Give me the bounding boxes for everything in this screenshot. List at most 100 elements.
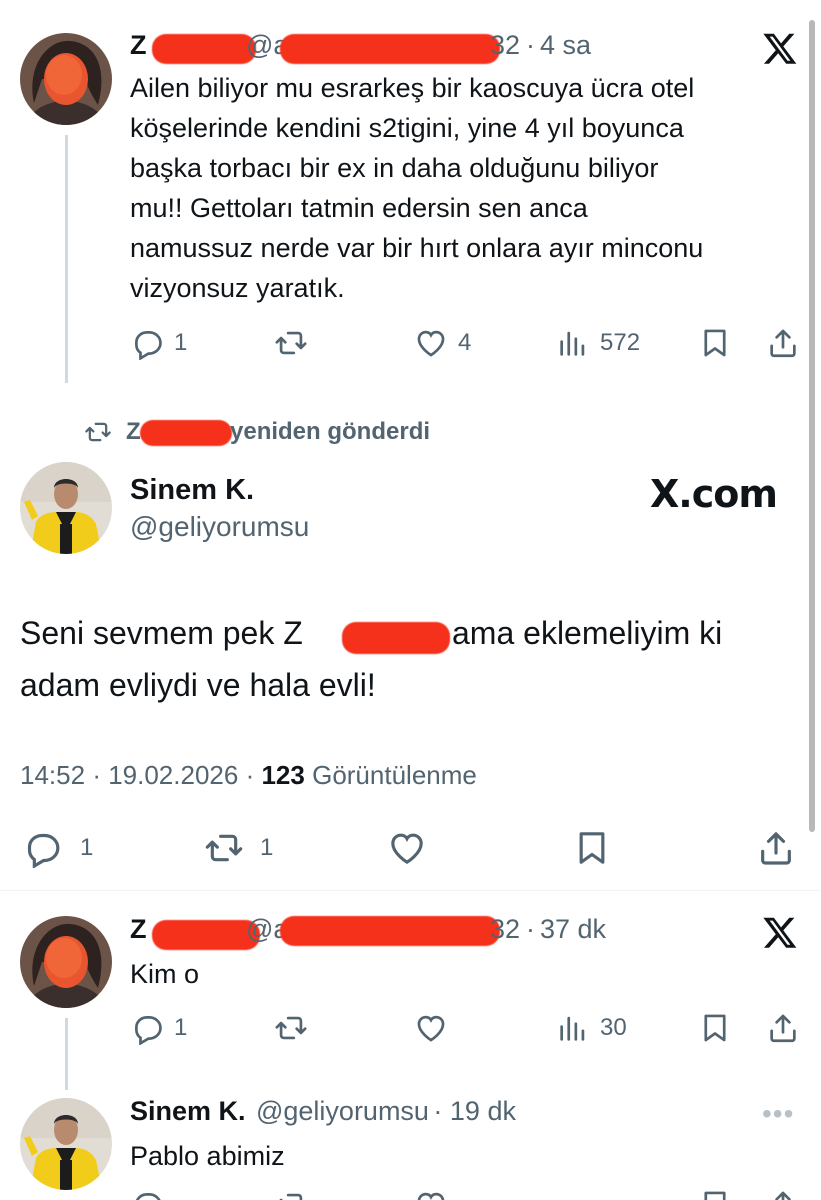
bookmark-icon xyxy=(698,326,732,360)
reply-icon xyxy=(22,828,62,868)
avatar[interactable] xyxy=(20,1098,112,1190)
action-row-partial xyxy=(130,1188,800,1200)
reply-button[interactable]: 1 xyxy=(130,326,187,360)
thread-line xyxy=(65,135,68,383)
tweet-date[interactable]: 19.02.2026 xyxy=(108,760,238,790)
reply-icon xyxy=(130,326,164,360)
views-count: 30 xyxy=(600,1014,627,1041)
like-button[interactable] xyxy=(386,828,428,868)
avatar[interactable] xyxy=(20,462,112,554)
redaction-mark xyxy=(152,34,256,64)
text-line: namussuz nerde var bir hırt onlara ayır … xyxy=(130,233,704,263)
thread-line xyxy=(65,1018,68,1090)
like-button[interactable] xyxy=(414,1011,448,1045)
views-button[interactable]: 30 xyxy=(556,1011,627,1045)
text-line: mu!! Gettoları tatmin edersin sen anca xyxy=(130,193,588,223)
avatar[interactable] xyxy=(20,916,112,1008)
separator-dot: · xyxy=(526,914,535,944)
heart-icon[interactable] xyxy=(414,1188,448,1200)
text-line: başka torbacı bir ex in daha olduğunu bi… xyxy=(130,153,659,183)
retweet-icon xyxy=(202,828,246,868)
retweet-icon xyxy=(274,1011,308,1045)
reply-icon xyxy=(130,1011,164,1045)
separator-dot: · xyxy=(526,30,535,60)
reply-button[interactable]: 1 xyxy=(22,828,93,868)
bookmark-button[interactable] xyxy=(698,1011,732,1045)
share-button[interactable] xyxy=(766,326,800,360)
tweet-metadata: 14:52 · 19.02.2026 · 123 Görüntülenme xyxy=(20,760,477,791)
tweet-time[interactable]: 19 dk xyxy=(450,1096,516,1126)
views-icon xyxy=(556,326,590,360)
text-line: Ailen biliyor mu esrarkeş bir kaoscuya ü… xyxy=(130,73,695,103)
scrollbar[interactable] xyxy=(809,20,815,832)
views-label[interactable]: Görüntülenme xyxy=(312,760,477,790)
tweet-text: Kim o xyxy=(130,959,200,989)
author-handle[interactable]: @geliyorumsu xyxy=(130,511,530,543)
main-tweet-text: Seni sevmem pek Z ama eklemeliyim ki ada… xyxy=(20,608,810,718)
redaction-mark xyxy=(140,420,232,446)
retweet-button[interactable] xyxy=(274,326,308,360)
retweet-button[interactable]: 1 xyxy=(202,828,273,868)
author-name[interactable]: Z xyxy=(130,914,147,945)
share-icon xyxy=(756,828,796,868)
redaction-mark xyxy=(280,916,500,946)
x-logo-icon xyxy=(762,30,798,66)
tweet-header: Z @a 32 · 37 dk xyxy=(130,914,730,950)
tweet-header: Z @a 32 · 4 sa xyxy=(130,30,730,64)
tweet-time[interactable]: 14:52 xyxy=(20,760,85,790)
retweet-button[interactable] xyxy=(274,1011,308,1045)
reply-count: 1 xyxy=(80,834,94,861)
share-icon xyxy=(766,1011,800,1045)
like-count: 4 xyxy=(458,329,472,356)
bookmark-icon[interactable] xyxy=(698,1188,732,1200)
views-icon xyxy=(556,1011,590,1045)
share-button[interactable] xyxy=(766,1011,800,1045)
views-count: 572 xyxy=(600,329,641,356)
author-handle-end[interactable]: 32 xyxy=(490,30,520,61)
views-count: 123 xyxy=(261,760,305,790)
redaction-mark xyxy=(280,34,500,64)
separator-dot: · xyxy=(433,1096,450,1126)
x-logo-icon xyxy=(762,914,798,950)
redaction-mark xyxy=(342,622,450,654)
tweet-time[interactable]: 37 dk xyxy=(540,914,606,945)
tweet-time[interactable]: 4 sa xyxy=(540,30,591,61)
text-segment: ama eklemeliyim ki xyxy=(452,615,723,651)
heart-icon xyxy=(414,1011,448,1045)
share-button[interactable] xyxy=(756,828,796,868)
x-watermark: X.com xyxy=(650,472,778,516)
separator-dot: · xyxy=(245,760,262,790)
reply-count: 1 xyxy=(174,329,188,356)
avatar[interactable] xyxy=(20,33,112,125)
more-icon[interactable]: ••• xyxy=(762,1100,794,1128)
text-line: köşelerinde kendini s2tigini, yine 4 yıl… xyxy=(130,113,684,143)
like-button[interactable]: 4 xyxy=(414,326,471,360)
divider xyxy=(0,890,821,891)
share-icon xyxy=(766,326,800,360)
author-name[interactable]: Sinem K. xyxy=(130,1096,246,1126)
retweet-count: 1 xyxy=(260,834,274,861)
redaction-mark xyxy=(152,920,260,950)
heart-icon xyxy=(386,828,428,868)
text-segment: Seni sevmem pek Z xyxy=(20,615,303,651)
reply-icon[interactable] xyxy=(130,1188,164,1200)
tweet-header: Sinem K. @geliyorumsu · 19 dk xyxy=(130,1096,730,1130)
bookmark-button[interactable] xyxy=(698,326,732,360)
retweet-icon xyxy=(274,326,308,360)
retweet-icon[interactable] xyxy=(274,1188,308,1200)
retweet-icon xyxy=(84,418,112,446)
bookmark-icon xyxy=(698,1011,732,1045)
author-name[interactable]: Sinem K. xyxy=(130,474,530,507)
bookmark-button[interactable] xyxy=(572,828,612,868)
author-handle[interactable]: @geliyorumsu xyxy=(256,1096,429,1126)
tweet-text: Ailen biliyor mu esrarkeş bir kaoscuya ü… xyxy=(130,68,810,308)
views-button[interactable]: 572 xyxy=(556,326,640,360)
author-name[interactable]: Z xyxy=(130,30,147,61)
share-icon[interactable] xyxy=(766,1188,800,1200)
text-line: adam evliydi ve hala evli! xyxy=(20,667,376,703)
reply-button[interactable]: 1 xyxy=(130,1011,187,1045)
reply-count: 1 xyxy=(174,1014,188,1041)
author-handle-end[interactable]: 32 xyxy=(490,914,520,945)
heart-icon xyxy=(414,326,448,360)
reposter-name[interactable]: Z xyxy=(126,418,141,446)
